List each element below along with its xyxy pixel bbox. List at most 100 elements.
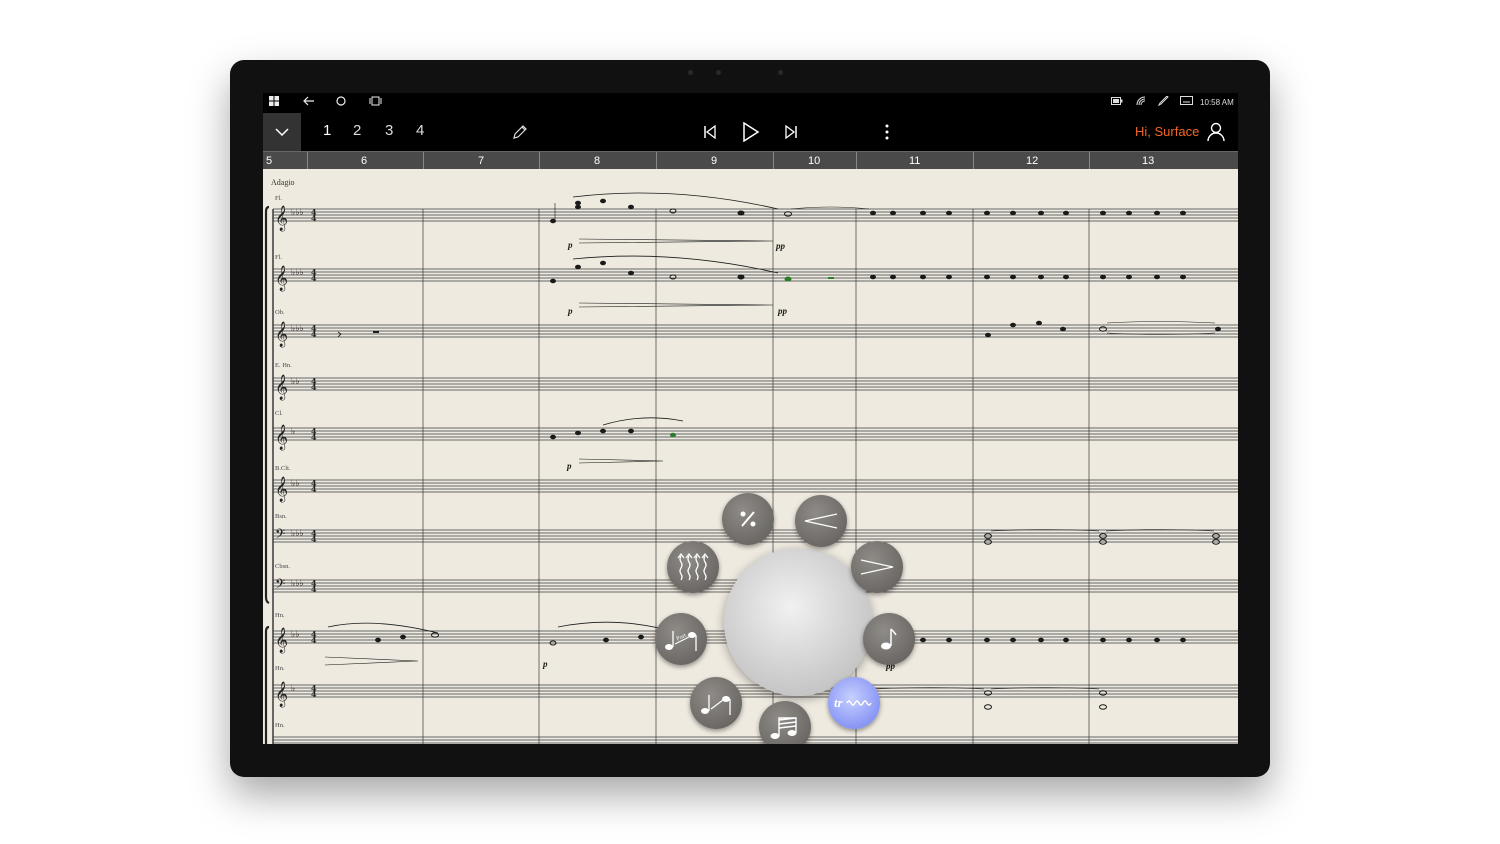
score-canvas[interactable]: Adagio Fl. Fl. Ob. E. Hn. Cl. B.Clt. Bsn… — [263, 169, 1238, 744]
measure-label-10[interactable]: 10 — [808, 155, 820, 167]
user-account-icon[interactable] — [1207, 122, 1225, 147]
svg-text:♭♭: ♭♭ — [291, 479, 300, 489]
svg-text:𝄢: 𝄢 — [275, 526, 285, 545]
pen-icon[interactable] — [1157, 95, 1169, 111]
dynamic-mark: pp — [775, 241, 786, 251]
measure-label-7[interactable]: 7 — [478, 155, 484, 167]
measure-label-12[interactable]: 12 — [1026, 155, 1038, 167]
windows-start-icon[interactable] — [269, 96, 279, 111]
back-icon[interactable] — [303, 96, 315, 111]
portamento-button[interactable]: Port. — [655, 613, 707, 665]
portamento-icon: Port. — [665, 631, 697, 651]
staff-flute-1 — [273, 208, 1238, 222]
home-icon[interactable] — [336, 96, 346, 111]
staff-bass-clarinet — [273, 479, 1238, 493]
staff-flute-2 — [273, 268, 1238, 282]
play-icon[interactable] — [742, 121, 760, 147]
dynamic-mark: pp — [777, 306, 788, 316]
measure-label-5[interactable]: 5 — [266, 155, 272, 167]
measure-label-6[interactable]: 6 — [361, 155, 367, 167]
measure-label-11[interactable]: 11 — [909, 155, 920, 167]
page-tab-1[interactable]: 1 — [323, 122, 331, 139]
svg-text:tr: tr — [834, 695, 844, 710]
staff-oboe — [273, 324, 1238, 338]
svg-text:4: 4 — [311, 635, 317, 645]
measure-label-8[interactable]: 8 — [594, 155, 600, 167]
measure-label-9[interactable]: 9 — [711, 155, 717, 167]
svg-text:♭♭♭: ♭♭♭ — [291, 268, 304, 278]
svg-text:𝄞: 𝄞 — [275, 627, 288, 653]
more-options-icon[interactable] — [884, 124, 890, 145]
arpeggio-button[interactable] — [667, 541, 719, 593]
svg-text:♭♭♭: ♭♭♭ — [291, 208, 304, 218]
single-note-button[interactable] — [863, 613, 915, 665]
dynamic-mark: p — [567, 240, 573, 250]
page-tab-2[interactable]: 2 — [353, 122, 361, 139]
percent-articulation-button[interactable] — [722, 493, 774, 545]
sensor — [778, 70, 783, 75]
tablet-device: 10:58 AM 1 2 3 4 Hi, Surface 5 6 7 8 9 1… — [230, 60, 1270, 777]
svg-text:4: 4 — [311, 329, 317, 339]
svg-text:4: 4 — [311, 484, 317, 494]
svg-text:𝄞: 𝄞 — [275, 681, 288, 707]
collapse-button[interactable] — [263, 113, 301, 151]
measure-label-13[interactable]: 13 — [1142, 155, 1154, 167]
glissando-icon — [701, 695, 731, 715]
staff-english-horn — [273, 377, 1238, 391]
system-taskbar: 10:58 AM — [263, 93, 1238, 113]
svg-text:4: 4 — [311, 213, 317, 223]
dynamic-mark: p — [542, 659, 548, 669]
crescendo-button[interactable] — [795, 495, 847, 547]
svg-text:♭♭♭: ♭♭♭ — [291, 529, 304, 539]
svg-text:♭♭♭: ♭♭♭ — [291, 324, 304, 334]
svg-text:♭: ♭ — [291, 684, 295, 694]
screen: 10:58 AM 1 2 3 4 Hi, Surface 5 6 7 8 9 1… — [263, 93, 1238, 744]
skip-forward-icon[interactable] — [784, 124, 798, 144]
page-tab-4[interactable]: 4 — [416, 122, 424, 139]
tremolo-icon — [770, 717, 797, 739]
svg-text:♭: ♭ — [291, 427, 295, 437]
page-tab-3[interactable]: 3 — [385, 122, 393, 139]
svg-text:Port.: Port. — [676, 632, 689, 643]
svg-text:4: 4 — [311, 534, 317, 544]
arpeggio-icon — [677, 553, 709, 581]
svg-text:♭♭: ♭♭ — [291, 630, 300, 640]
chevron-down-icon — [275, 128, 289, 136]
svg-text:𝄞: 𝄞 — [275, 374, 288, 400]
trill-button[interactable]: tr — [828, 677, 880, 729]
decrescendo-button[interactable] — [851, 541, 903, 593]
radial-ornament-menu: tr Port. — [643, 493, 953, 744]
svg-text:♭♭: ♭♭ — [291, 377, 300, 387]
pencil-icon[interactable] — [512, 124, 528, 145]
keyboard-icon[interactable] — [1180, 96, 1193, 110]
svg-text:𝄞: 𝄞 — [275, 321, 288, 347]
svg-text:𝄞: 𝄞 — [275, 424, 288, 450]
glissando-button[interactable] — [690, 677, 742, 729]
svg-text:4: 4 — [311, 689, 317, 699]
measure-ruler[interactable]: 5 6 7 8 9 10 11 12 13 — [263, 151, 1238, 170]
battery-icon[interactable] — [1111, 96, 1123, 110]
tremolo-button[interactable] — [759, 701, 811, 744]
radial-menu-hub[interactable] — [724, 548, 872, 696]
svg-text:𝄞: 𝄞 — [275, 476, 288, 502]
staff-clarinet — [273, 427, 1238, 441]
svg-text:𝄞: 𝄞 — [275, 265, 288, 291]
sensor — [688, 70, 693, 75]
camera — [716, 70, 721, 75]
user-greeting[interactable]: Hi, Surface — [1135, 124, 1199, 139]
clock-time[interactable]: 10:58 AM — [1200, 96, 1234, 110]
svg-text:4: 4 — [311, 584, 317, 594]
svg-text:4: 4 — [311, 382, 317, 392]
skip-back-icon[interactable] — [703, 124, 717, 144]
svg-text:4: 4 — [311, 432, 317, 442]
dynamic-mark: p — [567, 306, 573, 316]
note-icon — [881, 628, 897, 650]
task-view-icon[interactable] — [369, 96, 382, 111]
crescendo-icon — [804, 513, 838, 529]
decrescendo-icon — [860, 559, 894, 575]
app-toolbar: 1 2 3 4 Hi, Surface — [263, 113, 1238, 151]
svg-text:𝄞: 𝄞 — [275, 205, 288, 231]
percent-icon — [740, 511, 756, 527]
svg-text:4: 4 — [311, 273, 317, 283]
wifi-icon[interactable] — [1136, 96, 1146, 111]
